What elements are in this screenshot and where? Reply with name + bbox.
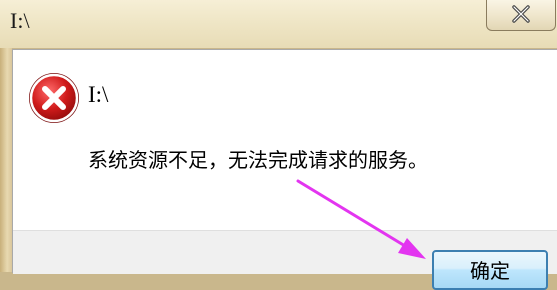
title-bar[interactable]: I:\ <box>0 0 557 48</box>
ok-button[interactable]: 确定 <box>432 250 548 290</box>
close-icon <box>512 5 530 23</box>
error-icon <box>29 73 79 123</box>
button-bar: 确定 <box>13 230 557 290</box>
dialog-header: I:\ <box>88 82 109 107</box>
error-message: 系统资源不足，无法完成请求的服务。 <box>88 148 428 172</box>
close-button[interactable] <box>486 0 556 31</box>
window-title: I:\ <box>10 8 30 33</box>
dialog-body: I:\ 系统资源不足，无法完成请求的服务。 确定 <box>12 49 557 290</box>
